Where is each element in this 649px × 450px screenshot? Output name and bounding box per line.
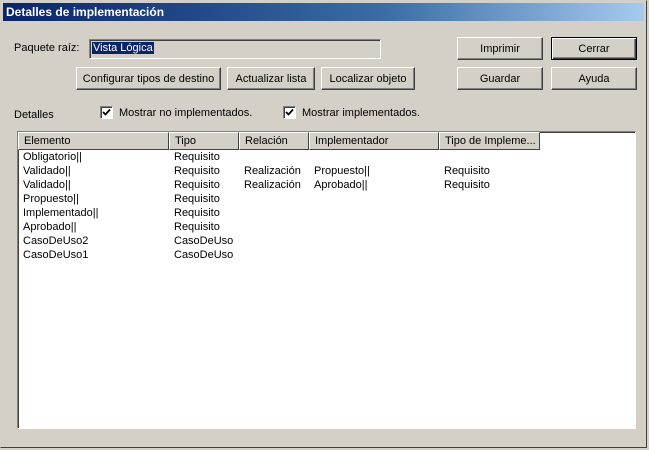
cell-implementation-type: Requisito <box>444 179 490 191</box>
cell-type: Requisito <box>174 165 220 177</box>
table-row[interactable]: Implementado|| Requisito <box>18 206 635 220</box>
cell-type: CasoDeUso <box>174 235 234 247</box>
checkmark-icon <box>285 108 294 116</box>
checkbox-box[interactable] <box>100 106 113 119</box>
root-package-label: Paquete raíz: <box>14 42 80 54</box>
cell-implementer <box>309 248 439 262</box>
help-button[interactable]: Ayuda <box>551 67 637 90</box>
show-implemented-checkbox[interactable]: Mostrar implementados. <box>283 106 420 119</box>
cell-implementation-type <box>439 150 540 164</box>
save-button[interactable]: Guardar <box>457 67 543 90</box>
cell-relation <box>239 206 309 220</box>
table-body: Obligatorio|| Requisito Validado|| Requi… <box>18 150 635 262</box>
cell-element: Validado|| <box>23 179 71 191</box>
cell-relation: Realización <box>244 165 301 177</box>
column-header-implementation-type[interactable]: Tipo de Impleme... <box>439 132 540 150</box>
cell-element: Validado|| <box>23 165 71 177</box>
table-row[interactable]: Propuesto|| Requisito <box>18 192 635 206</box>
cell-implementation-type <box>439 220 540 234</box>
cell-type: Requisito <box>174 221 220 233</box>
cell-implementer: Aprobado|| <box>314 179 368 191</box>
root-package-field[interactable]: Vista Lógica <box>89 39 381 59</box>
implementation-details-dialog: Detalles de implementación Paquete raíz:… <box>0 0 647 448</box>
cell-element: Aprobado|| <box>23 221 77 233</box>
cell-element: Propuesto|| <box>23 193 79 205</box>
cell-relation: Realización <box>244 179 301 191</box>
details-label: Detalles <box>14 109 54 121</box>
column-header-type[interactable]: Tipo <box>169 132 239 150</box>
cell-element: CasoDeUso2 <box>23 235 89 247</box>
checkmark-icon <box>102 108 111 116</box>
column-header-element[interactable]: Elemento <box>18 132 169 150</box>
cell-element: Implementado|| <box>23 207 99 219</box>
refresh-list-button[interactable]: Actualizar lista <box>227 67 315 90</box>
table-header: Elemento Tipo Relación Implementador Tip… <box>18 132 635 150</box>
cell-implementer <box>309 206 439 220</box>
cell-implementation-type <box>439 206 540 220</box>
cell-type: Requisito <box>174 193 220 205</box>
cell-implementation-type <box>439 192 540 206</box>
cell-type: Requisito <box>174 179 220 191</box>
table-row[interactable]: CasoDeUso1 CasoDeUso <box>18 248 635 262</box>
show-not-implemented-checkbox[interactable]: Mostrar no implementados. <box>100 106 252 119</box>
implementation-table[interactable]: Elemento Tipo Relación Implementador Tip… <box>17 131 636 429</box>
locate-object-button[interactable]: Localizar objeto <box>321 67 415 90</box>
cell-element: CasoDeUso1 <box>23 249 89 261</box>
cell-implementer <box>309 220 439 234</box>
cell-type: Requisito <box>174 207 220 219</box>
column-header-relation[interactable]: Relación <box>239 132 309 150</box>
close-button[interactable]: Cerrar <box>551 37 637 60</box>
window-title: Detalles de implementación <box>3 3 644 21</box>
root-package-value: Vista Lógica <box>92 42 154 54</box>
configure-target-types-button[interactable]: Configurar tipos de destino <box>76 67 221 90</box>
cell-implementation-type: Requisito <box>444 165 490 177</box>
print-button[interactable]: Imprimir <box>457 37 543 60</box>
cell-type: CasoDeUso <box>174 249 234 261</box>
cell-relation <box>239 248 309 262</box>
cell-relation <box>239 192 309 206</box>
table-row[interactable]: Validado|| Requisito Realización Propues… <box>18 164 635 178</box>
cell-relation <box>239 220 309 234</box>
show-not-implemented-label: Mostrar no implementados. <box>119 106 253 119</box>
show-implemented-label: Mostrar implementados. <box>302 106 420 119</box>
cell-implementer <box>309 150 439 164</box>
table-row[interactable]: CasoDeUso2 CasoDeUso <box>18 234 635 248</box>
table-row[interactable]: Obligatorio|| Requisito <box>18 150 635 164</box>
table-row[interactable]: Aprobado|| Requisito <box>18 220 635 234</box>
cell-type: Requisito <box>174 151 220 163</box>
cell-implementer <box>309 234 439 248</box>
cell-element: Obligatorio|| <box>23 151 82 163</box>
cell-relation <box>239 150 309 164</box>
cell-implementer: Propuesto|| <box>314 165 370 177</box>
cell-implementation-type <box>439 248 540 262</box>
cell-implementation-type <box>439 234 540 248</box>
cell-implementer <box>309 192 439 206</box>
checkbox-box[interactable] <box>283 106 296 119</box>
column-header-implementer[interactable]: Implementador <box>309 132 439 150</box>
table-row[interactable]: Validado|| Requisito Realización Aprobad… <box>18 178 635 192</box>
cell-relation <box>239 234 309 248</box>
